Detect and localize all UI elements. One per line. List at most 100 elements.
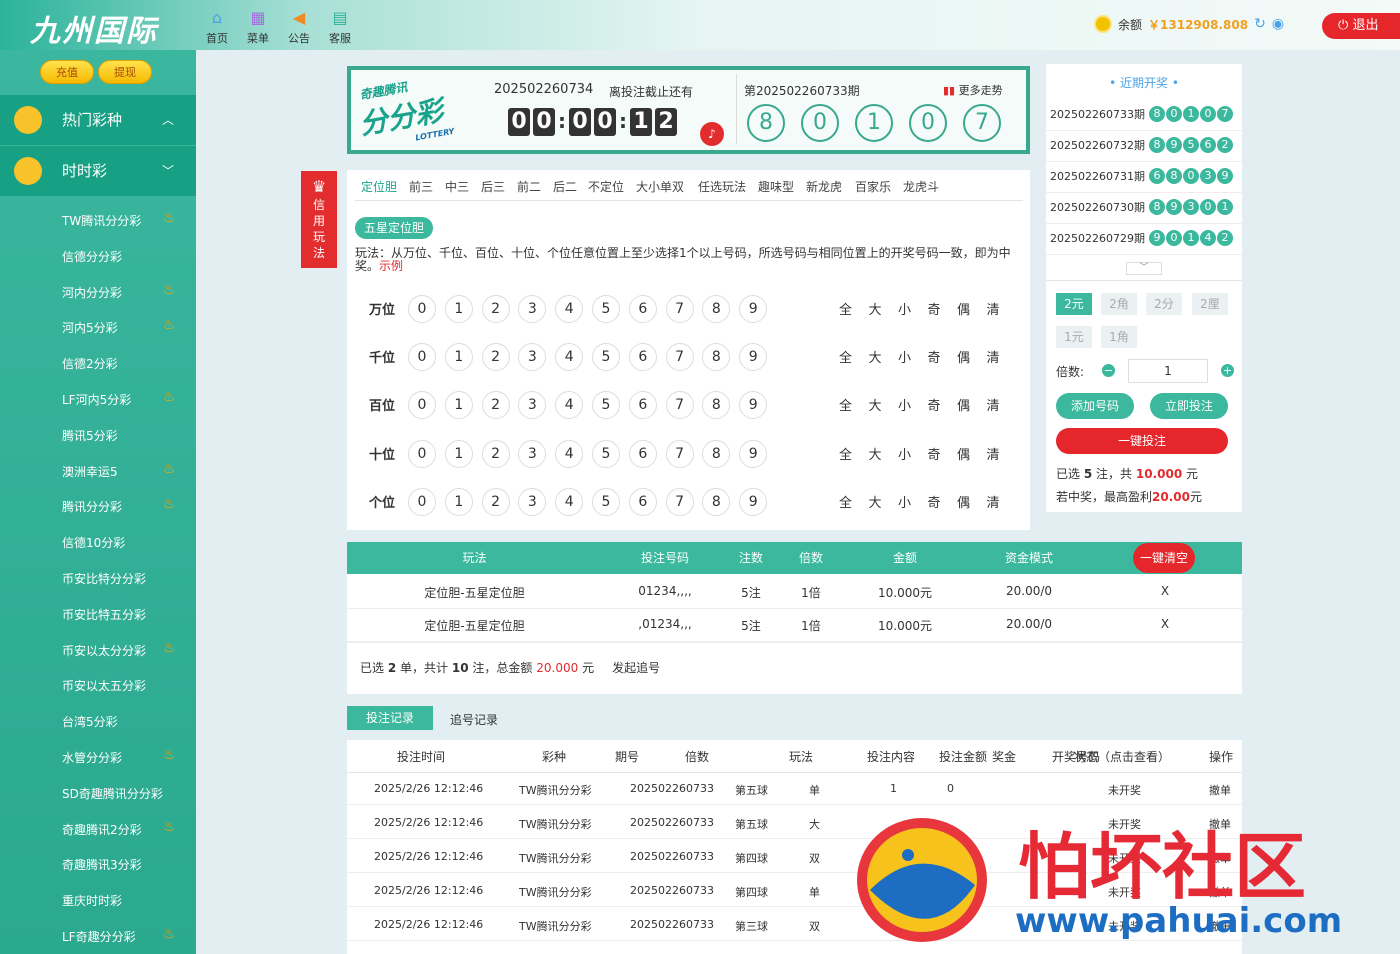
number-ball[interactable]: 1 [444, 439, 473, 468]
remove-row-button[interactable]: X [1134, 584, 1196, 598]
number-ball[interactable]: 8 [702, 487, 731, 516]
number-ball[interactable]: 5 [592, 343, 620, 372]
sound-icon[interactable]: ♪ [700, 122, 724, 146]
logout-button[interactable]: ⏻ 退出 [1322, 13, 1400, 39]
quick-select-button[interactable]: 全 [839, 492, 852, 511]
unit-option[interactable]: 2角 [1101, 293, 1137, 315]
unit-option[interactable]: 2元 [1056, 293, 1092, 315]
number-ball[interactable]: 8 [702, 295, 731, 323]
tab-7[interactable]: 大小单双 [636, 178, 684, 195]
sidebar-item[interactable]: 澳洲幸运5 [62, 463, 118, 483]
group-hot-games[interactable]: 热门彩种 ︿ [0, 95, 196, 145]
number-ball[interactable]: 8 [702, 391, 731, 420]
number-ball[interactable]: 9 [739, 391, 768, 420]
tab-bet-records[interactable]: 投注记录 [347, 706, 433, 730]
sidebar-item[interactable]: 币安以太五分彩 [62, 677, 146, 697]
quick-select-button[interactable]: 奇 [928, 395, 941, 414]
tab-9[interactable]: 趣味型 [758, 178, 794, 195]
quick-select-button[interactable]: 大 [869, 395, 882, 414]
number-ball[interactable]: 6 [628, 391, 657, 420]
number-ball[interactable]: 1 [444, 487, 473, 516]
nav-notice[interactable]: ◀ 公告 [279, 8, 319, 46]
number-ball[interactable]: 0 [408, 343, 436, 372]
tab-10[interactable]: 新龙虎 [806, 178, 842, 195]
number-ball[interactable]: 8 [702, 343, 731, 372]
tab-11[interactable]: 百家乐 [855, 178, 891, 195]
quick-select-button[interactable]: 大 [869, 444, 882, 463]
sidebar-item[interactable]: 河内5分彩 [62, 319, 118, 339]
quick-select-button[interactable]: 偶 [957, 395, 970, 414]
eye-hide-icon[interactable]: ◉ [1272, 16, 1284, 32]
number-ball[interactable]: 2 [481, 343, 510, 372]
sidebar-item[interactable]: SD奇趣腾讯分分彩 [62, 785, 163, 805]
number-ball[interactable]: 9 [739, 295, 768, 323]
subtab-five-star[interactable]: 五星定位胆 [355, 217, 434, 239]
quick-select-button[interactable]: 大 [869, 347, 882, 366]
number-ball[interactable]: 7 [665, 439, 694, 468]
number-ball[interactable]: 1 [444, 343, 473, 372]
sidebar-item[interactable]: TW腾讯分分彩 [62, 212, 141, 232]
nav-service[interactable]: ▤ 客服 [320, 8, 360, 46]
quick-select-button[interactable]: 清 [987, 299, 1000, 318]
quick-select-button[interactable]: 偶 [957, 299, 970, 318]
sidebar-item[interactable]: 信德2分彩 [62, 355, 118, 375]
sidebar-item[interactable]: 信德分分彩 [62, 248, 122, 268]
quick-select-button[interactable]: 偶 [957, 492, 970, 511]
unit-option[interactable]: 1元 [1056, 326, 1092, 348]
quick-select-button[interactable]: 奇 [928, 444, 941, 463]
remove-row-button[interactable]: X [1134, 617, 1196, 631]
site-logo[interactable]: 九州国际 [30, 6, 158, 50]
number-ball[interactable]: 0 [408, 295, 436, 323]
quick-select-button[interactable]: 全 [839, 299, 852, 318]
chase-button[interactable]: 发起追号 [612, 661, 660, 675]
nav-menu[interactable]: ▦ 菜单 [238, 8, 278, 46]
number-ball[interactable]: 6 [628, 343, 657, 372]
credit-play-tab[interactable]: ♛ 信用玩法 [301, 171, 337, 268]
number-ball[interactable]: 3 [518, 343, 547, 372]
number-ball[interactable]: 9 [739, 487, 768, 516]
number-ball[interactable]: 9 [739, 343, 768, 372]
number-ball[interactable]: 3 [518, 295, 547, 323]
number-ball[interactable]: 1 [444, 391, 473, 420]
quick-select-button[interactable]: 大 [869, 492, 882, 511]
tab-chase-records[interactable]: 追号记录 [450, 711, 498, 728]
withdraw-button[interactable]: 提现 [98, 60, 152, 84]
number-ball[interactable]: 3 [518, 391, 547, 420]
quick-select-button[interactable]: 全 [839, 444, 852, 463]
number-ball[interactable]: 5 [592, 391, 620, 420]
number-ball[interactable]: 4 [555, 295, 584, 323]
quick-select-button[interactable]: 小 [898, 299, 911, 318]
quick-select-button[interactable]: 偶 [957, 444, 970, 463]
tab-0[interactable]: 定位胆 [361, 178, 397, 195]
number-ball[interactable]: 7 [665, 343, 694, 372]
quick-select-button[interactable]: 小 [898, 395, 911, 414]
number-ball[interactable]: 0 [408, 391, 436, 420]
number-ball[interactable]: 2 [481, 391, 510, 420]
minus-icon[interactable]: − [1102, 364, 1115, 377]
expand-icon[interactable]: ﹀ [1126, 262, 1162, 275]
number-ball[interactable]: 2 [481, 439, 510, 468]
tab-2[interactable]: 中三 [445, 178, 469, 195]
sidebar-item[interactable]: 河内分分彩 [62, 284, 122, 304]
sidebar-item[interactable]: 币安比特分分彩 [62, 570, 146, 590]
nav-home[interactable]: ⌂ 首页 [197, 8, 237, 46]
number-ball[interactable]: 7 [665, 391, 694, 420]
quick-select-button[interactable]: 奇 [928, 492, 941, 511]
number-ball[interactable]: 5 [592, 439, 620, 468]
tab-3[interactable]: 后三 [481, 178, 505, 195]
quick-select-button[interactable]: 小 [898, 492, 911, 511]
number-ball[interactable]: 5 [592, 487, 620, 516]
sidebar-item[interactable]: 水管分分彩 [62, 749, 122, 769]
quick-select-button[interactable]: 清 [987, 395, 1000, 414]
sidebar-item[interactable]: LF奇趣分分彩 [62, 928, 136, 948]
number-ball[interactable]: 4 [555, 487, 584, 516]
number-ball[interactable]: 7 [665, 487, 694, 516]
quick-select-button[interactable]: 清 [987, 492, 1000, 511]
sidebar-item[interactable]: 腾讯分分彩 [62, 498, 122, 518]
refresh-icon[interactable]: ↻ [1254, 16, 1266, 32]
number-ball[interactable]: 4 [555, 391, 584, 420]
tab-4[interactable]: 前二 [517, 178, 541, 195]
tab-6[interactable]: 不定位 [588, 178, 624, 195]
sidebar-item[interactable]: 重庆时时彩 [62, 892, 122, 912]
unit-option[interactable]: 2分 [1146, 293, 1182, 315]
